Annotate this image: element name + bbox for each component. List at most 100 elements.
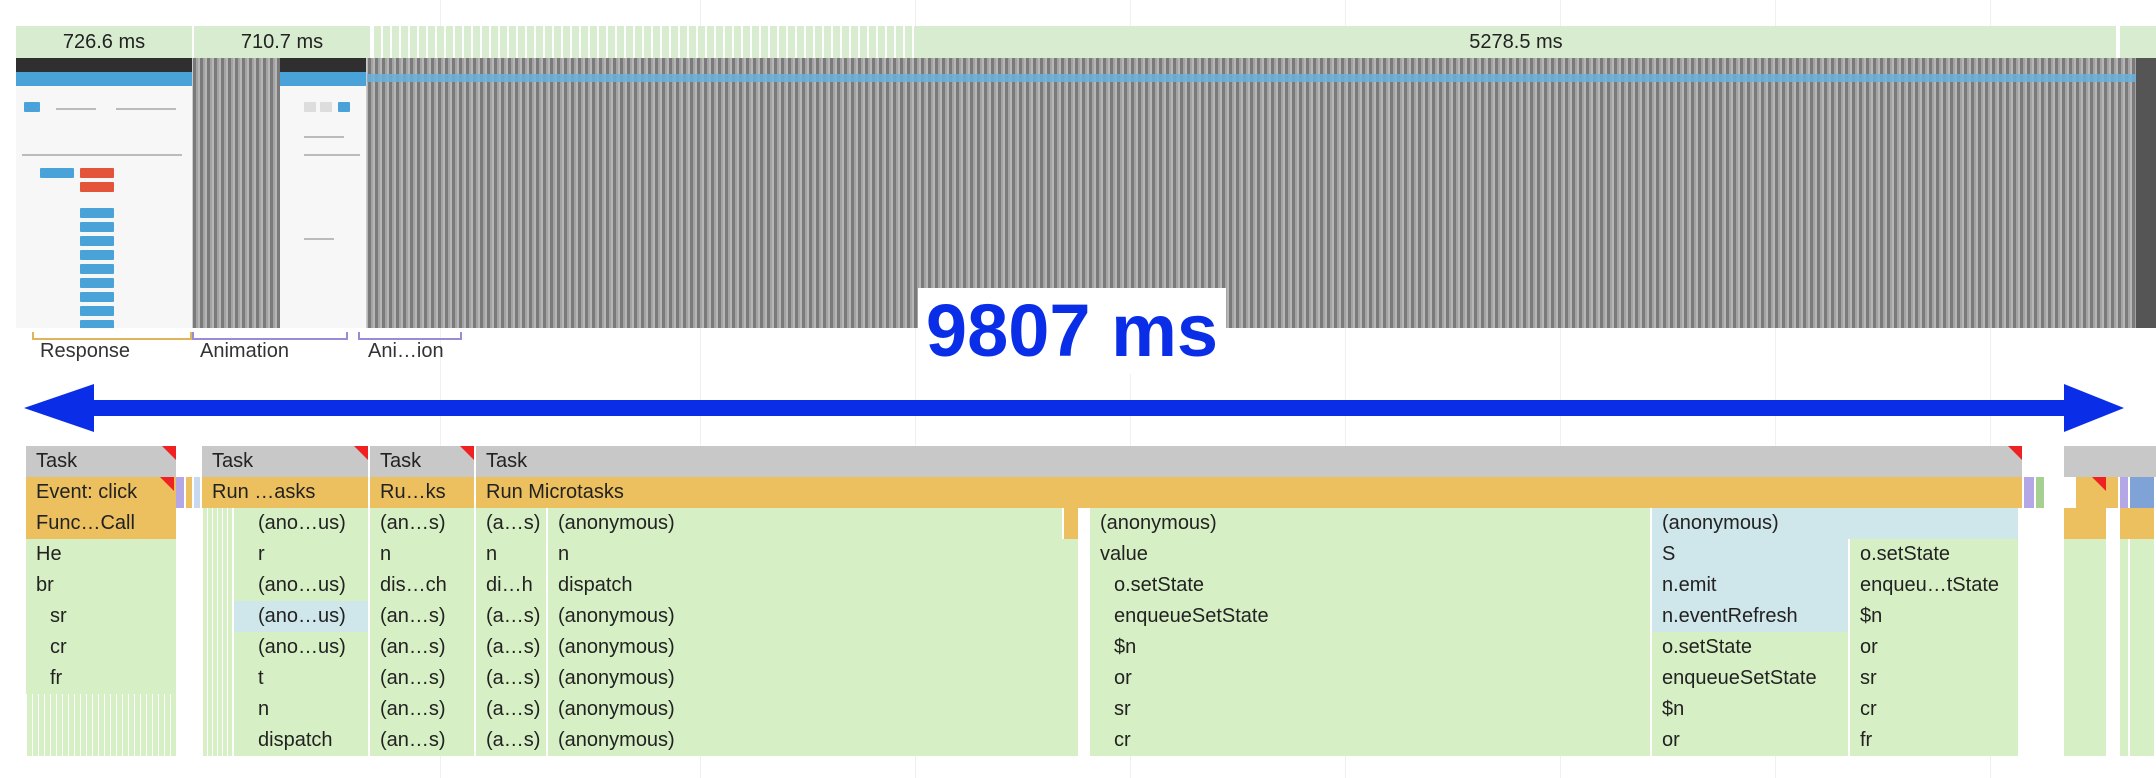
call-frame[interactable]: enqueueSetState: [1090, 601, 1650, 632]
small-slice[interactable]: [1064, 508, 1078, 539]
call-frame[interactable]: sr: [26, 601, 176, 632]
frame-ticks[interactable]: [372, 26, 916, 58]
slice-label: $n: [1662, 698, 1685, 720]
call-frame[interactable]: (anonymous): [1090, 508, 1650, 539]
call-frame[interactable]: enqueueSetState: [1652, 663, 1848, 694]
call-frame[interactable]: cr: [1090, 725, 1650, 756]
small-slice[interactable]: [2120, 539, 2128, 756]
task-slice[interactable]: Task: [26, 446, 176, 477]
deep-call-frames[interactable]: [26, 694, 176, 756]
call-frame[interactable]: sr: [1090, 694, 1650, 725]
small-slice[interactable]: [2130, 477, 2154, 508]
call-frame[interactable]: (a…s): [476, 601, 546, 632]
call-frame[interactable]: enqueu…tState: [1850, 570, 2018, 601]
call-frame[interactable]: t: [234, 663, 368, 694]
task-slice[interactable]: [2064, 446, 2156, 477]
call-frame[interactable]: o.setState: [1090, 570, 1650, 601]
small-slice[interactable]: [2064, 508, 2106, 539]
animation-marker-label[interactable]: Animation: [200, 340, 289, 363]
call-frame[interactable]: o.setState: [1850, 539, 2018, 570]
call-frame[interactable]: o.setState: [1652, 632, 1848, 663]
frame-segment[interactable]: 710.7 ms: [194, 26, 370, 58]
small-slice[interactable]: [176, 477, 184, 508]
call-frame[interactable]: (an…s): [370, 663, 474, 694]
call-frame[interactable]: br: [26, 570, 176, 601]
call-frame[interactable]: (ano…us): [234, 601, 368, 632]
call-frame[interactable]: n: [476, 539, 546, 570]
small-slice[interactable]: [2064, 539, 2106, 756]
task-slice[interactable]: [2148, 446, 2156, 477]
call-frame[interactable]: or: [1850, 632, 2018, 663]
call-frame[interactable]: dis…ch: [370, 570, 474, 601]
call-frame[interactable]: (an…s): [370, 601, 474, 632]
call-frame[interactable]: fr: [1850, 725, 2018, 756]
call-frame[interactable]: (anonymous): [1652, 508, 2018, 539]
call-frame[interactable]: (an…s): [370, 632, 474, 663]
run-microtasks-slice[interactable]: Run …asks: [202, 477, 368, 508]
small-slice[interactable]: [2024, 477, 2034, 508]
call-frame[interactable]: (a…s): [476, 694, 546, 725]
small-slice[interactable]: [2130, 539, 2154, 756]
call-frame[interactable]: dispatch: [234, 725, 368, 756]
small-slice[interactable]: [186, 477, 192, 508]
call-frame[interactable]: (anonymous): [548, 725, 1078, 756]
call-frame[interactable]: n.eventRefresh: [1652, 601, 1848, 632]
screenshot-thumbnail[interactable]: [2136, 58, 2156, 328]
call-frame[interactable]: S: [1652, 539, 1848, 570]
call-frame[interactable]: (ano…us): [234, 570, 368, 601]
call-frame[interactable]: di…h: [476, 570, 546, 601]
task-slice[interactable]: Task: [370, 446, 474, 477]
call-frame[interactable]: dispatch: [548, 570, 1078, 601]
small-slice[interactable]: [2036, 477, 2044, 508]
call-frame[interactable]: (anonymous): [548, 601, 1078, 632]
slice-label: (anonymous): [558, 667, 675, 689]
call-frame[interactable]: cr: [26, 632, 176, 663]
response-marker-label[interactable]: Response: [40, 340, 130, 363]
call-frame[interactable]: (an…s): [370, 694, 474, 725]
call-frame[interactable]: or: [1652, 725, 1848, 756]
task-slice[interactable]: Task: [202, 446, 368, 477]
call-frame[interactable]: He: [26, 539, 176, 570]
screenshot-thumbnail[interactable]: [280, 58, 367, 328]
call-frame[interactable]: cr: [1850, 694, 2018, 725]
screenshot-thumbnail[interactable]: [16, 58, 193, 328]
call-frame[interactable]: fr: [26, 663, 176, 694]
call-frame[interactable]: n: [548, 539, 1078, 570]
function-call-slice[interactable]: Func…Call: [26, 508, 176, 539]
frame-segment[interactable]: 726.6 ms: [16, 26, 192, 58]
call-frame[interactable]: (ano…us): [234, 632, 368, 663]
call-frame[interactable]: n.emit: [1652, 570, 1848, 601]
event-click-slice[interactable]: Event: click: [26, 477, 176, 508]
run-microtasks-slice[interactable]: Ru…ks: [370, 477, 474, 508]
call-frame[interactable]: value: [1090, 539, 1650, 570]
small-slice[interactable]: [2120, 477, 2128, 508]
call-frame[interactable]: (a…s): [476, 508, 546, 539]
animation-marker-label[interactable]: Ani…ion: [368, 340, 444, 363]
call-frame[interactable]: (an…s): [370, 508, 474, 539]
call-frame[interactable]: (a…s): [476, 632, 546, 663]
call-frame[interactable]: (a…s): [476, 725, 546, 756]
call-frame[interactable]: n: [370, 539, 474, 570]
call-frame[interactable]: $n: [1652, 694, 1848, 725]
frame-segment[interactable]: 5278.5 ms: [916, 26, 2116, 58]
call-frame[interactable]: (anonymous): [548, 508, 1062, 539]
call-frame[interactable]: (anonymous): [548, 632, 1078, 663]
call-frame[interactable]: sr: [1850, 663, 2018, 694]
frame-segment[interactable]: [2120, 26, 2156, 58]
call-frame[interactable]: $n: [1090, 632, 1650, 663]
call-frame[interactable]: n: [234, 694, 368, 725]
call-frame[interactable]: (a…s): [476, 663, 546, 694]
call-frame[interactable]: (an…s): [370, 725, 474, 756]
small-slice[interactable]: [194, 477, 200, 508]
call-frame[interactable]: or: [1090, 663, 1650, 694]
call-frame[interactable]: $n: [1850, 601, 2018, 632]
deep-call-frames[interactable]: [202, 508, 232, 756]
filmstrip-app-header: [366, 74, 2146, 82]
call-frame[interactable]: (ano…us): [234, 508, 368, 539]
call-frame[interactable]: (anonymous): [548, 694, 1078, 725]
call-frame[interactable]: r: [234, 539, 368, 570]
small-slice[interactable]: [2120, 508, 2154, 539]
call-frame[interactable]: (anonymous): [548, 663, 1078, 694]
task-slice[interactable]: Task: [476, 446, 2022, 477]
run-microtasks-slice[interactable]: Run Microtasks: [476, 477, 2022, 508]
